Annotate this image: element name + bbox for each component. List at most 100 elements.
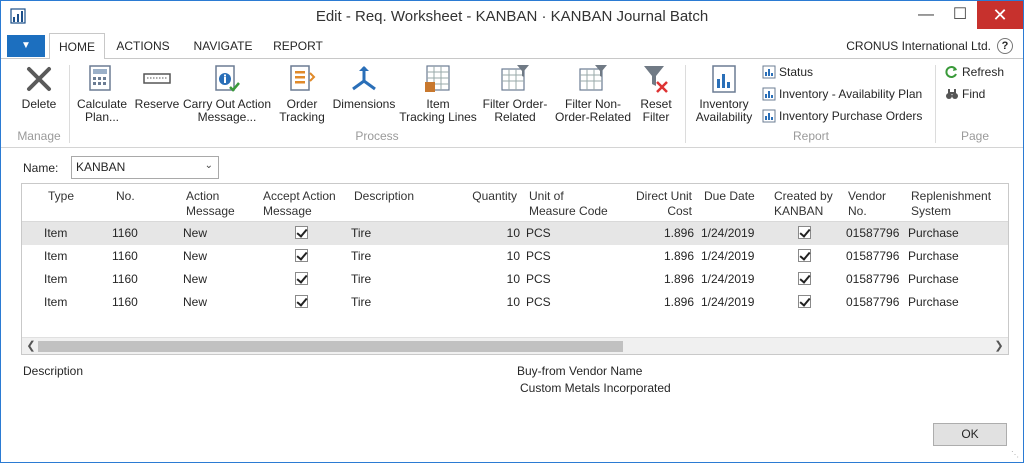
cell-due-date[interactable]: 1/24/2019 (701, 226, 754, 241)
column-header-type[interactable]: Type (48, 189, 74, 204)
created-by-kanban-checkbox[interactable] (798, 249, 811, 262)
table-row[interactable]: Item 1160 New Tire PCS 1/24/2019 01587796 Purch… (22, 268, 1008, 291)
refresh-icon (945, 66, 957, 78)
cell-quantity[interactable]: 10 (462, 226, 520, 241)
column-header-created-by-kanban[interactable]: Created by KANBAN (774, 189, 833, 219)
report-icon (762, 109, 776, 123)
cell-unit-of-measure[interactable]: PCS (526, 226, 551, 241)
carry-out-action-button[interactable]: Carry Out Action Message... (181, 63, 273, 124)
filter-non-order-related-button[interactable]: Filter Non- Order-Related (553, 63, 633, 124)
cell-due-date[interactable]: 1/24/2019 (701, 272, 754, 287)
accept-action-checkbox[interactable] (295, 295, 308, 308)
cell-no[interactable]: 1160 (112, 295, 138, 310)
column-header-vendor-no[interactable]: Vendor No. (848, 189, 886, 219)
cell-replenishment-system[interactable]: Purchase (908, 272, 959, 287)
maximize-button[interactable]: ☐ (943, 1, 977, 29)
reset-filter-button[interactable]: Reset Filter (635, 63, 677, 124)
cell-no[interactable]: 1160 (112, 272, 138, 287)
cell-description[interactable]: Tire (351, 249, 371, 264)
cell-direct-unit-cost[interactable]: 1.896 (622, 295, 694, 310)
ok-button[interactable]: OK (933, 423, 1007, 446)
tab-home[interactable]: HOME (49, 33, 105, 60)
column-header-replenishment-system[interactable]: Replenishment System (911, 189, 991, 219)
cell-due-date[interactable]: 1/24/2019 (701, 295, 754, 310)
column-header-description[interactable]: Description (354, 189, 414, 204)
tab-report[interactable]: REPORT (267, 33, 329, 59)
scrollbar-thumb[interactable] (38, 341, 623, 352)
table-row[interactable]: Item 1160 New Tire PCS 1/24/2019 01587796 Purch… (22, 245, 1008, 268)
cell-action-message[interactable]: New (183, 249, 207, 264)
order-tracking-button[interactable]: Order Tracking (275, 63, 329, 124)
calculate-plan-button[interactable]: Calculate Plan... (73, 63, 131, 124)
column-header-action-message[interactable]: Action Message (186, 189, 235, 219)
cell-quantity[interactable]: 10 (462, 295, 520, 310)
find-label: Find (962, 87, 986, 101)
cell-direct-unit-cost[interactable]: 1.896 (622, 272, 694, 287)
cell-quantity[interactable]: 10 (462, 272, 520, 287)
cell-vendor-no[interactable]: 01587796 (846, 295, 899, 310)
refresh-button[interactable]: Refresh (945, 64, 1004, 82)
cell-unit-of-measure[interactable]: PCS (526, 272, 551, 287)
column-header-direct-unit-cost[interactable]: Direct Unit Cost (622, 189, 692, 219)
cell-description[interactable]: Tire (351, 295, 371, 310)
cell-action-message[interactable]: New (183, 226, 207, 241)
column-header-unit-of-measure[interactable]: Unit of Measure Code (529, 189, 608, 219)
help-icon[interactable]: ? (997, 38, 1013, 54)
inventory-purchase-orders-button[interactable]: Inventory Purchase Orders (762, 108, 922, 126)
cell-quantity[interactable]: 10 (462, 249, 520, 264)
accept-action-checkbox[interactable] (295, 249, 308, 262)
cell-replenishment-system[interactable]: Purchase (908, 295, 959, 310)
tab-navigate[interactable]: NAVIGATE (185, 33, 261, 59)
resize-grip-icon[interactable]: ⋱ (1011, 450, 1021, 460)
item-tracking-lines-button[interactable]: Item Tracking Lines (399, 63, 477, 124)
cell-unit-of-measure[interactable]: PCS (526, 295, 551, 310)
column-header-quantity[interactable]: Quantity (462, 189, 517, 204)
cell-due-date[interactable]: 1/24/2019 (701, 249, 754, 264)
table-row[interactable]: Item 1160 New Tire PCS 1/24/2019 01587796 Purch… (22, 222, 1008, 245)
scroll-right-icon[interactable]: ❯ (992, 339, 1006, 352)
cell-action-message[interactable]: New (183, 272, 207, 287)
created-by-kanban-checkbox[interactable] (798, 272, 811, 285)
delete-button[interactable]: Delete (15, 63, 63, 111)
cell-replenishment-system[interactable]: Purchase (908, 226, 959, 241)
cell-type[interactable]: Item (44, 226, 67, 241)
cell-no[interactable]: 1160 (112, 226, 138, 241)
cell-type[interactable]: Item (44, 249, 67, 264)
name-dropdown[interactable]: KANBAN ⌄ (71, 156, 219, 179)
cell-description[interactable]: Tire (351, 226, 371, 241)
inventory-availability-button[interactable]: Inventory Availability (691, 63, 757, 124)
horizontal-scrollbar[interactable]: ❮ ❯ (22, 337, 1008, 354)
item-tracking-lines-label: Item Tracking Lines (399, 97, 477, 124)
reserve-button[interactable]: Reserve (133, 63, 181, 111)
filter-order-related-button[interactable]: Filter Order- Related (479, 63, 551, 124)
cell-description[interactable]: Tire (351, 272, 371, 287)
minimize-button[interactable]: — (909, 1, 943, 29)
cell-unit-of-measure[interactable]: PCS (526, 249, 551, 264)
cell-direct-unit-cost[interactable]: 1.896 (622, 226, 694, 241)
column-header-no[interactable]: No. (116, 189, 135, 204)
column-header-due-date[interactable]: Due Date (704, 189, 755, 204)
close-button[interactable]: ✕ (977, 1, 1023, 29)
cell-no[interactable]: 1160 (112, 249, 138, 264)
find-button[interactable]: Find (945, 86, 985, 104)
status-report-button[interactable]: Status (762, 64, 813, 82)
accept-action-checkbox[interactable] (295, 226, 308, 239)
inventory-availability-plan-button[interactable]: Inventory - Availability Plan (762, 86, 922, 104)
cell-action-message[interactable]: New (183, 295, 207, 310)
dimensions-button[interactable]: Dimensions (331, 63, 397, 111)
created-by-kanban-checkbox[interactable] (798, 226, 811, 239)
tab-actions[interactable]: ACTIONS (109, 33, 177, 59)
cell-vendor-no[interactable]: 01587796 (846, 272, 899, 287)
cell-type[interactable]: Item (44, 272, 67, 287)
column-header-accept-action-message[interactable]: Accept Action Message (263, 189, 336, 219)
cell-type[interactable]: Item (44, 295, 67, 310)
cell-replenishment-system[interactable]: Purchase (908, 249, 959, 264)
table-row[interactable]: Item 1160 New Tire PCS 1/24/2019 01587796 Purch… (22, 291, 1008, 314)
created-by-kanban-checkbox[interactable] (798, 295, 811, 308)
scroll-left-icon[interactable]: ❮ (24, 339, 38, 352)
cell-vendor-no[interactable]: 01587796 (846, 249, 899, 264)
cell-direct-unit-cost[interactable]: 1.896 (622, 249, 694, 264)
cell-vendor-no[interactable]: 01587796 (846, 226, 899, 241)
accept-action-checkbox[interactable] (295, 272, 308, 285)
app-menu-button[interactable]: ▼ (7, 35, 45, 57)
